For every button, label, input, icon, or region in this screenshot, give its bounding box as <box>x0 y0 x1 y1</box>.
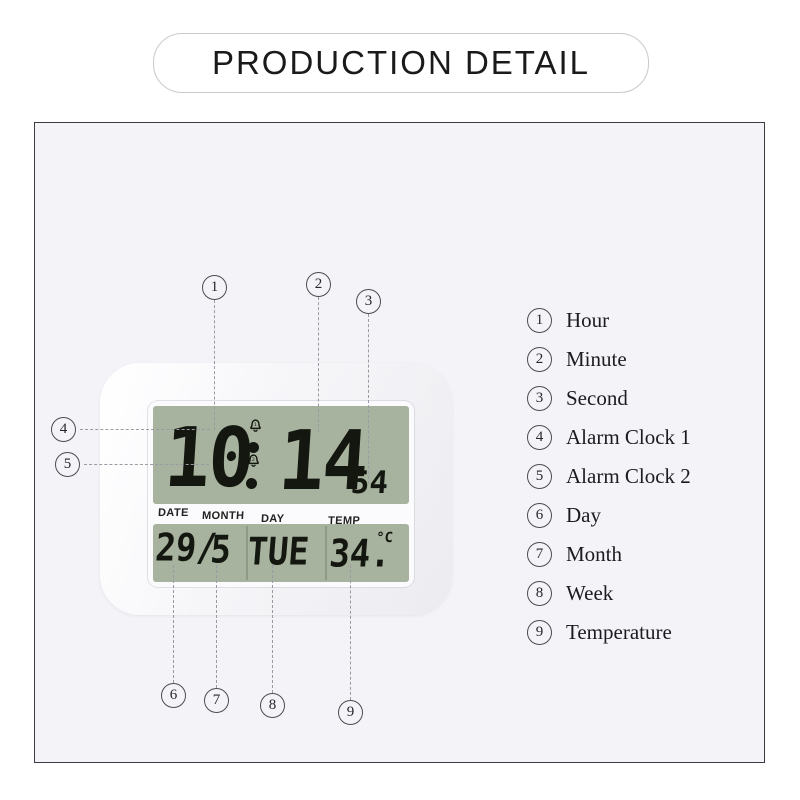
callout-2[interactable]: 2 <box>306 272 331 297</box>
legend-label: Minute <box>566 347 627 371</box>
legend-number: 6 <box>527 503 552 528</box>
leader-line-3 <box>368 314 369 484</box>
legend-item-month[interactable]: 7 Month <box>527 535 691 574</box>
second-digits: 54 <box>349 465 390 501</box>
page-title: PRODUCTION DETAIL <box>211 44 591 81</box>
legend-item-minute[interactable]: 2 Minute <box>527 340 691 379</box>
callout-6[interactable]: 6 <box>161 683 186 708</box>
colon-dot-lower <box>246 478 257 489</box>
lcd-label-date: DATE <box>157 507 190 519</box>
legend-label: Week <box>566 581 614 605</box>
legend-label: Alarm Clock 2 <box>566 464 691 488</box>
legend-number: 1 <box>527 308 552 333</box>
legend-label: Day <box>566 503 601 527</box>
legend-list: 1 Hour 2 Minute 3 Second 4 Alarm Clock 1… <box>527 301 691 652</box>
legend-label: Hour <box>566 308 610 332</box>
leader-line-5 <box>84 464 209 465</box>
month-value: 5 <box>208 527 233 573</box>
temperature-unit: °C <box>375 530 394 546</box>
callout-8[interactable]: 8 <box>260 693 285 718</box>
legend-number: 2 <box>527 347 552 372</box>
callout-5[interactable]: 5 <box>55 452 80 477</box>
legend-item-second[interactable]: 3 Second <box>527 379 691 418</box>
callout-7[interactable]: 7 <box>204 688 229 713</box>
legend-label: Temperature <box>566 620 672 644</box>
lcd-divider <box>325 526 327 580</box>
legend-number: 4 <box>527 425 552 450</box>
callout-9[interactable]: 9 <box>338 700 363 725</box>
legend-label: Month <box>566 542 623 566</box>
legend-item-temperature[interactable]: 9 Temperature <box>527 613 691 652</box>
colon-dot-upper <box>248 442 259 453</box>
legend-number: 5 <box>527 464 552 489</box>
legend-item-alarm-clock-2[interactable]: 5 Alarm Clock 2 <box>527 457 691 496</box>
leader-line-8 <box>272 565 273 693</box>
bell-icon: 2 <box>246 454 261 469</box>
legend-number: 7 <box>527 542 552 567</box>
legend-item-hour[interactable]: 1 Hour <box>527 301 691 340</box>
callout-1[interactable]: 1 <box>202 275 227 300</box>
product-detail-page: PRODUCTION DETAIL 10 14 54 1 2 DATE MONT… <box>0 0 800 800</box>
svg-text:2: 2 <box>252 457 255 463</box>
lcd-label-month: MONTH <box>201 510 245 522</box>
callout-4[interactable]: 4 <box>51 417 76 442</box>
leader-line-7 <box>216 565 217 688</box>
leader-line-1 <box>214 300 215 430</box>
legend-number: 9 <box>527 620 552 645</box>
leader-line-6 <box>173 565 174 683</box>
leader-line-9 <box>350 565 351 700</box>
legend-item-week[interactable]: 8 Week <box>527 574 691 613</box>
callout-3[interactable]: 3 <box>356 289 381 314</box>
hour-digits: 10 <box>161 409 256 506</box>
legend-number: 8 <box>527 581 552 606</box>
lcd-label-day: DAY <box>260 513 285 525</box>
legend-item-alarm-clock-1[interactable]: 4 Alarm Clock 1 <box>527 418 691 457</box>
legend-label: Second <box>566 386 628 410</box>
lcd-label-temp: TEMP <box>327 515 361 527</box>
leader-line-4 <box>80 429 210 430</box>
leader-line-2 <box>318 297 319 432</box>
legend-number: 3 <box>527 386 552 411</box>
svg-text:1: 1 <box>254 422 257 428</box>
bell-icon: 1 <box>248 419 263 434</box>
weekday-value: TUE <box>245 529 311 575</box>
legend-label: Alarm Clock 1 <box>566 425 691 449</box>
legend-item-day[interactable]: 6 Day <box>527 496 691 535</box>
page-title-pill: PRODUCTION DETAIL <box>153 33 649 93</box>
